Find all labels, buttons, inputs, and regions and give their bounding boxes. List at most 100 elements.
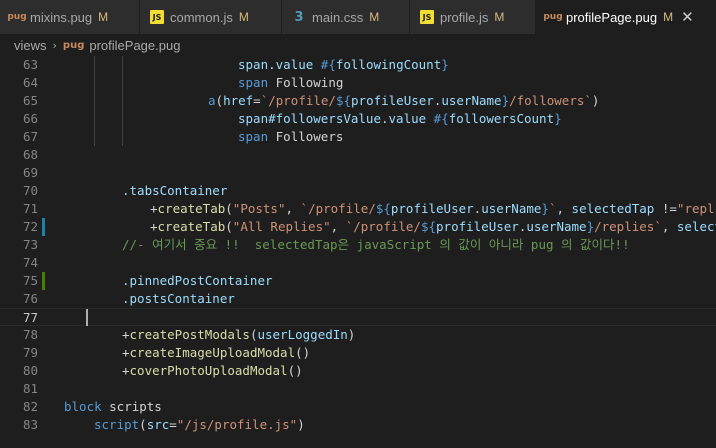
line-number: 81: [22, 381, 38, 396]
code-line[interactable]: 69: [0, 164, 716, 182]
code-token: ): [347, 327, 356, 342]
code-token: createPostModals: [129, 327, 250, 342]
code-line[interactable]: 64 span Following: [0, 74, 716, 92]
line-number: 76: [22, 291, 38, 306]
code-token: block: [64, 399, 110, 414]
code-line[interactable]: 83 script(src="/js/profile.js"): [0, 416, 716, 434]
line-number: 66: [22, 111, 38, 126]
line-number: 71: [22, 201, 38, 216]
code-token: createTab: [157, 219, 226, 234]
code-token: #{: [320, 57, 336, 72]
modified-line-marker[interactable]: [42, 218, 45, 236]
breadcrumb-folder[interactable]: views: [14, 38, 47, 53]
code-token: =: [169, 417, 177, 432]
code-token: }: [541, 201, 549, 216]
code-token: ): [591, 93, 600, 108]
code-token: Following: [275, 75, 344, 90]
code-line[interactable]: 73 //- 여기서 중요 !! selectedTap은 javaScript …: [0, 236, 716, 254]
modified-badge: M: [494, 10, 505, 24]
code-text: .postsContainer: [122, 290, 235, 308]
code-token: span: [238, 75, 276, 90]
editor-tab-bar: pug mixins.pug M JS common.js M 3 main.css M JS pr…: [0, 0, 716, 34]
line-number: 68: [22, 147, 38, 162]
line-number: 70: [22, 183, 38, 198]
code-line[interactable]: 77: [0, 308, 716, 326]
css-icon: 3: [294, 9, 304, 25]
code-text: script(src="/js/profile.js"): [94, 416, 305, 434]
code-line[interactable]: 72 +createTab("All Replies", `/profile/${…: [0, 218, 716, 236]
code-line[interactable]: 66 span#followersValue.value #{followersC…: [0, 110, 716, 128]
js-icon: JS: [420, 10, 434, 24]
modified-badge: M: [663, 10, 674, 24]
code-token: }: [586, 219, 595, 234]
code-line[interactable]: 80 +coverPhotoUploadModal(): [0, 362, 716, 380]
code-token: Followers: [275, 129, 344, 144]
code-line[interactable]: 67 span Followers: [0, 128, 716, 146]
tab-main-css[interactable]: 3 main.css M: [282, 0, 410, 34]
code-token: scripts: [109, 399, 162, 414]
code-line[interactable]: 75 .pinnedPostContainer: [0, 272, 716, 290]
line-number: 69: [22, 165, 38, 180]
code-line[interactable]: 76 .postsContainer: [0, 290, 716, 308]
pug-icon: pug: [543, 12, 563, 22]
tab-profilepage-pug[interactable]: pug profilePage.pug M ✕: [536, 0, 716, 34]
code-text: .tabsContainer: [122, 182, 227, 200]
tab-common-js[interactable]: JS common.js M: [140, 0, 282, 34]
line-number: 73: [22, 237, 38, 252]
code-token: script: [94, 417, 140, 432]
code-token: "replies": [676, 201, 716, 216]
code-line[interactable]: 79 +createImageUploadModal(): [0, 344, 716, 362]
code-token: (: [225, 201, 233, 216]
code-line[interactable]: 65 a(href=`/profile/${profileUser.userNam…: [0, 92, 716, 110]
code-text: span Followers: [238, 128, 343, 146]
code-token: followingCount: [335, 57, 442, 72]
code-line[interactable]: 71 +createTab("Posts", `/profile/${profil…: [0, 200, 716, 218]
code-text: .pinnedPostContainer: [122, 272, 273, 290]
code-editor[interactable]: 63 span.value #{followingCount} 64 span Fol…: [0, 56, 716, 448]
code-line[interactable]: 74: [0, 254, 716, 272]
code-token: createImageUploadModal: [129, 345, 296, 360]
code-token: }: [441, 57, 449, 72]
code-line[interactable]: 78 +createPostModals(userLoggedIn): [0, 326, 716, 344]
line-number: 80: [22, 363, 38, 378]
line-number: 67: [22, 129, 38, 144]
modified-badge: M: [369, 10, 380, 24]
code-token: }: [501, 93, 510, 108]
code-line[interactable]: 70 .tabsContainer: [0, 182, 716, 200]
code-token: `/profile/: [300, 201, 376, 216]
code-token: userLoggedIn: [257, 327, 348, 342]
code-line[interactable]: 81: [0, 380, 716, 398]
code-token: userName: [526, 219, 587, 234]
code-token: span#followersValue.value: [238, 111, 434, 126]
breadcrumb-file[interactable]: profilePage.pug: [89, 38, 180, 53]
chevron-right-icon: ›: [52, 38, 57, 52]
code-token: ): [297, 417, 305, 432]
code-token: a: [208, 93, 216, 108]
code-text: +createTab("All Replies", `/profile/${pr…: [150, 218, 716, 236]
code-token: /replies`: [594, 219, 662, 234]
code-text: span#followersValue.value #{followersCou…: [238, 110, 562, 128]
pug-file-icon: pug: [62, 39, 85, 51]
code-text: span.value #{followingCount}: [238, 56, 449, 74]
code-token: coverPhotoUploadModal: [129, 363, 288, 378]
code-line[interactable]: 82 block scripts: [0, 398, 716, 416]
code-token: //- 여기서 중요 !! selectedTap은 javaScript 의 …: [122, 237, 630, 252]
line-number: 79: [22, 345, 38, 360]
text-cursor: [86, 309, 88, 326]
code-token: +: [122, 363, 130, 378]
close-icon[interactable]: ✕: [681, 8, 694, 26]
code-token: userName: [481, 201, 542, 216]
code-token: }: [554, 111, 562, 126]
code-line[interactable]: 68: [0, 146, 716, 164]
code-line[interactable]: 63 span.value #{followingCount}: [0, 56, 716, 74]
pug-icon: pug: [7, 12, 27, 22]
code-text: +createImageUploadModal(): [122, 344, 310, 362]
code-token: (: [225, 219, 233, 234]
code-token: createTab: [157, 201, 226, 216]
tab-profile-js[interactable]: JS profile.js M: [410, 0, 536, 34]
tab-mixins-pug[interactable]: pug mixins.pug M: [0, 0, 140, 34]
code-token: ,: [661, 219, 677, 234]
added-line-marker[interactable]: [42, 272, 45, 290]
code-token: profileUser: [351, 93, 434, 108]
code-token: "Posts": [232, 201, 286, 216]
